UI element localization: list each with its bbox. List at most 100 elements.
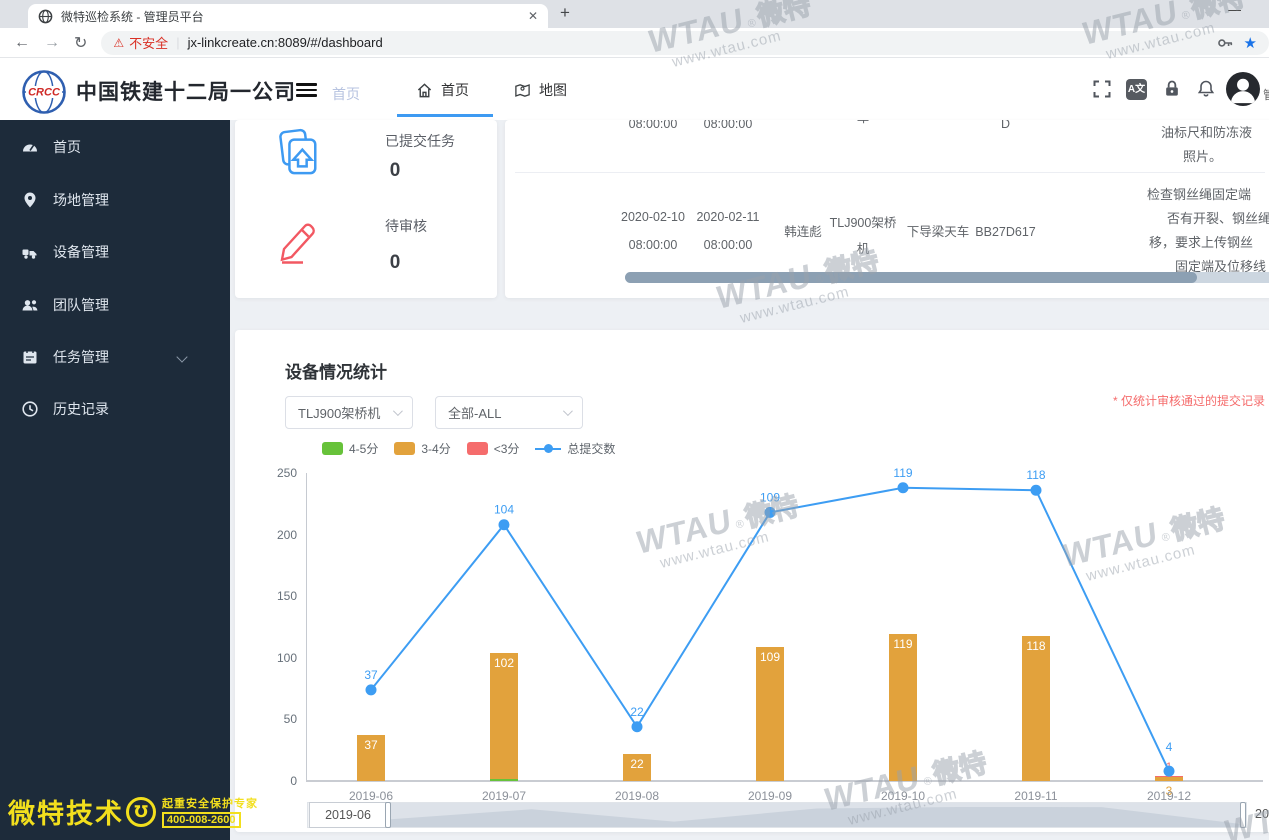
line-value-label: 37 xyxy=(364,668,378,682)
sidebar-item-task[interactable]: 任务管理 xyxy=(0,337,230,377)
chevron-down-icon xyxy=(392,406,403,417)
legend-item-0[interactable]: 4-5分 xyxy=(322,440,378,457)
x-axis-label: 2019-11 xyxy=(1014,789,1058,803)
review-pencil-icon xyxy=(277,216,321,269)
bookmark-star-icon[interactable]: ★ xyxy=(1244,34,1257,52)
active-nav-underline xyxy=(397,114,493,117)
svg-text:CRCC: CRCC xyxy=(28,87,61,99)
legend-item-3[interactable]: 总提交数 xyxy=(535,440,615,457)
sidebar-item-label: 任务管理 xyxy=(53,349,109,365)
data-zoom-slider[interactable] xyxy=(307,802,1247,828)
lock-icon[interactable] xyxy=(1162,79,1182,104)
x-axis-label: 2019-09 xyxy=(747,789,793,803)
security-warning-icon[interactable]: ⚠ xyxy=(113,36,124,50)
home-icon xyxy=(417,82,432,97)
x-axis-label: 2019-08 xyxy=(614,789,660,803)
password-key-icon[interactable] xyxy=(1216,34,1234,52)
browser-window: 微特巡检系统 - 管理员平台 ✕ + — ← → ↻ ⚠ 不安全 | jx-li… xyxy=(0,0,1269,840)
forward-icon[interactable]: → xyxy=(44,34,60,52)
data-zoom-right-label: 2019 xyxy=(1255,807,1269,821)
horizontal-scrollbar[interactable] xyxy=(625,272,1269,283)
chart-note: * 仅统计审核通过的提交记录 xyxy=(1112,394,1265,408)
notification-bell-icon[interactable] xyxy=(1196,79,1216,104)
favicon-globe-icon xyxy=(38,9,53,23)
sidebar-item-history[interactable]: 历史记录 xyxy=(0,389,230,429)
nav-tab-map[interactable]: 地图 xyxy=(514,80,567,100)
vendor-logo: 微特技术 ℧ 起重安全保护专家 400-008-2600 xyxy=(8,792,258,831)
browser-tab-strip: 微特巡检系统 - 管理员平台 ✕ + — xyxy=(0,0,1269,28)
legend-swatch xyxy=(394,442,416,455)
dashboard-icon xyxy=(21,138,39,156)
horizontal-scrollbar-thumb[interactable] xyxy=(625,272,1197,283)
submit-pages-icon xyxy=(277,128,321,183)
sidebar-item-device[interactable]: 设备管理 xyxy=(0,232,230,272)
x-axis-label: 2019-06 xyxy=(348,789,394,803)
cell-end-time: 08:00:00 xyxy=(703,238,753,252)
sidebar-item-label: 历史记录 xyxy=(53,401,109,417)
new-tab-button[interactable]: + xyxy=(560,3,570,23)
team-icon xyxy=(21,296,39,314)
legend-item-1[interactable]: 3-4分 xyxy=(394,440,451,457)
address-omnibox[interactable]: ⚠ 不安全 | jx-linkcreate.cn:8089/#/dashboar… xyxy=(101,30,1269,55)
cell-description-line: 检查钢丝绳固定端 xyxy=(1147,187,1252,202)
browser-url-bar: ← → ↻ ⚠ 不安全 | jx-linkcreate.cn:8089/#/da… xyxy=(0,28,1269,58)
security-warning-label[interactable]: 不安全 xyxy=(129,33,168,52)
data-zoom-shadow xyxy=(389,807,1244,827)
chart-plot-area: 37102221091191183137104221091191184 xyxy=(307,466,1262,798)
sidebar-item-home[interactable]: 首页 xyxy=(0,127,230,167)
data-zoom-left-handle[interactable] xyxy=(385,802,391,828)
hamburger-menu-icon[interactable] xyxy=(296,83,317,97)
line-point xyxy=(365,684,377,696)
sidebar-item-label: 场地管理 xyxy=(53,192,109,208)
line-value-label: 118 xyxy=(1026,468,1045,482)
x-axis-label: 2019-07 xyxy=(481,789,527,803)
stat-label: 待审核 xyxy=(385,218,427,234)
breadcrumb[interactable]: 首页 xyxy=(332,84,360,104)
browser-tab[interactable]: 微特巡检系统 - 管理员平台 ✕ xyxy=(28,4,548,28)
tab-title: 微特巡检系统 - 管理员平台 xyxy=(61,9,204,24)
crcc-logo: CRCC xyxy=(22,70,66,114)
stat-label: 已提交任务 xyxy=(385,133,455,149)
sidebar-item-label: 团队管理 xyxy=(53,297,109,313)
url-text[interactable]: jx-linkcreate.cn:8089/#/dashboard xyxy=(188,35,1210,50)
map-icon xyxy=(515,83,530,97)
device-type-select[interactable]: TLJ900架桥机 xyxy=(285,396,413,429)
data-zoom-right-handle[interactable] xyxy=(1240,802,1246,828)
nav-home-label: 首页 xyxy=(441,82,469,98)
line-value-label: 119 xyxy=(893,466,912,480)
nav-tab-home[interactable]: 首页 xyxy=(416,80,469,100)
user-avatar[interactable] xyxy=(1226,72,1260,106)
window-minimize-button[interactable]: — xyxy=(1228,2,1241,17)
legend-line-dot xyxy=(543,444,553,453)
cell-description-line: 油标尺和防冻液 xyxy=(1161,125,1253,140)
sidebar-item-label: 首页 xyxy=(53,139,81,155)
device-type-select-value: TLJ900架桥机 xyxy=(298,406,381,421)
reload-icon[interactable]: ↻ xyxy=(74,33,87,53)
row-divider xyxy=(515,172,1265,173)
y-axis-tick-label: 100 xyxy=(276,650,297,665)
scope-select[interactable]: 全部-ALL xyxy=(435,396,583,429)
fullscreen-icon[interactable] xyxy=(1092,79,1112,104)
tab-close-icon[interactable]: ✕ xyxy=(528,9,538,23)
data-zoom-left-label: 2019-06 xyxy=(309,802,387,828)
legend-item-2[interactable]: <3分 xyxy=(466,440,519,457)
app-header: CRCC 中国铁建十二局一公司 首页 首页 地图 A文 管 xyxy=(0,58,1269,120)
nav-map-label: 地图 xyxy=(539,82,567,98)
sidebar-item-site[interactable]: 场地管理 xyxy=(0,180,230,220)
legend-label: 3-4分 xyxy=(421,442,451,456)
task-icon xyxy=(21,348,39,366)
x-axis-label: 2019-10 xyxy=(880,789,926,803)
scope-select-value: 全部-ALL xyxy=(448,406,502,421)
line-point xyxy=(498,519,510,531)
y-axis-tick-label: 0 xyxy=(290,774,297,788)
sidebar-item-team[interactable]: 团队管理 xyxy=(0,285,230,325)
translate-icon[interactable]: A文 xyxy=(1126,79,1147,100)
legend-swatch xyxy=(466,442,488,455)
back-icon[interactable]: ← xyxy=(14,34,30,52)
data-zoom-selected-range[interactable] xyxy=(389,803,1244,827)
line-value-label: 104 xyxy=(494,503,514,517)
line-point xyxy=(1030,484,1042,496)
cell-end-time: 2020-02-11 xyxy=(696,210,760,224)
line-point xyxy=(1163,765,1175,777)
chart-title: 设备情况统计 xyxy=(285,363,387,382)
